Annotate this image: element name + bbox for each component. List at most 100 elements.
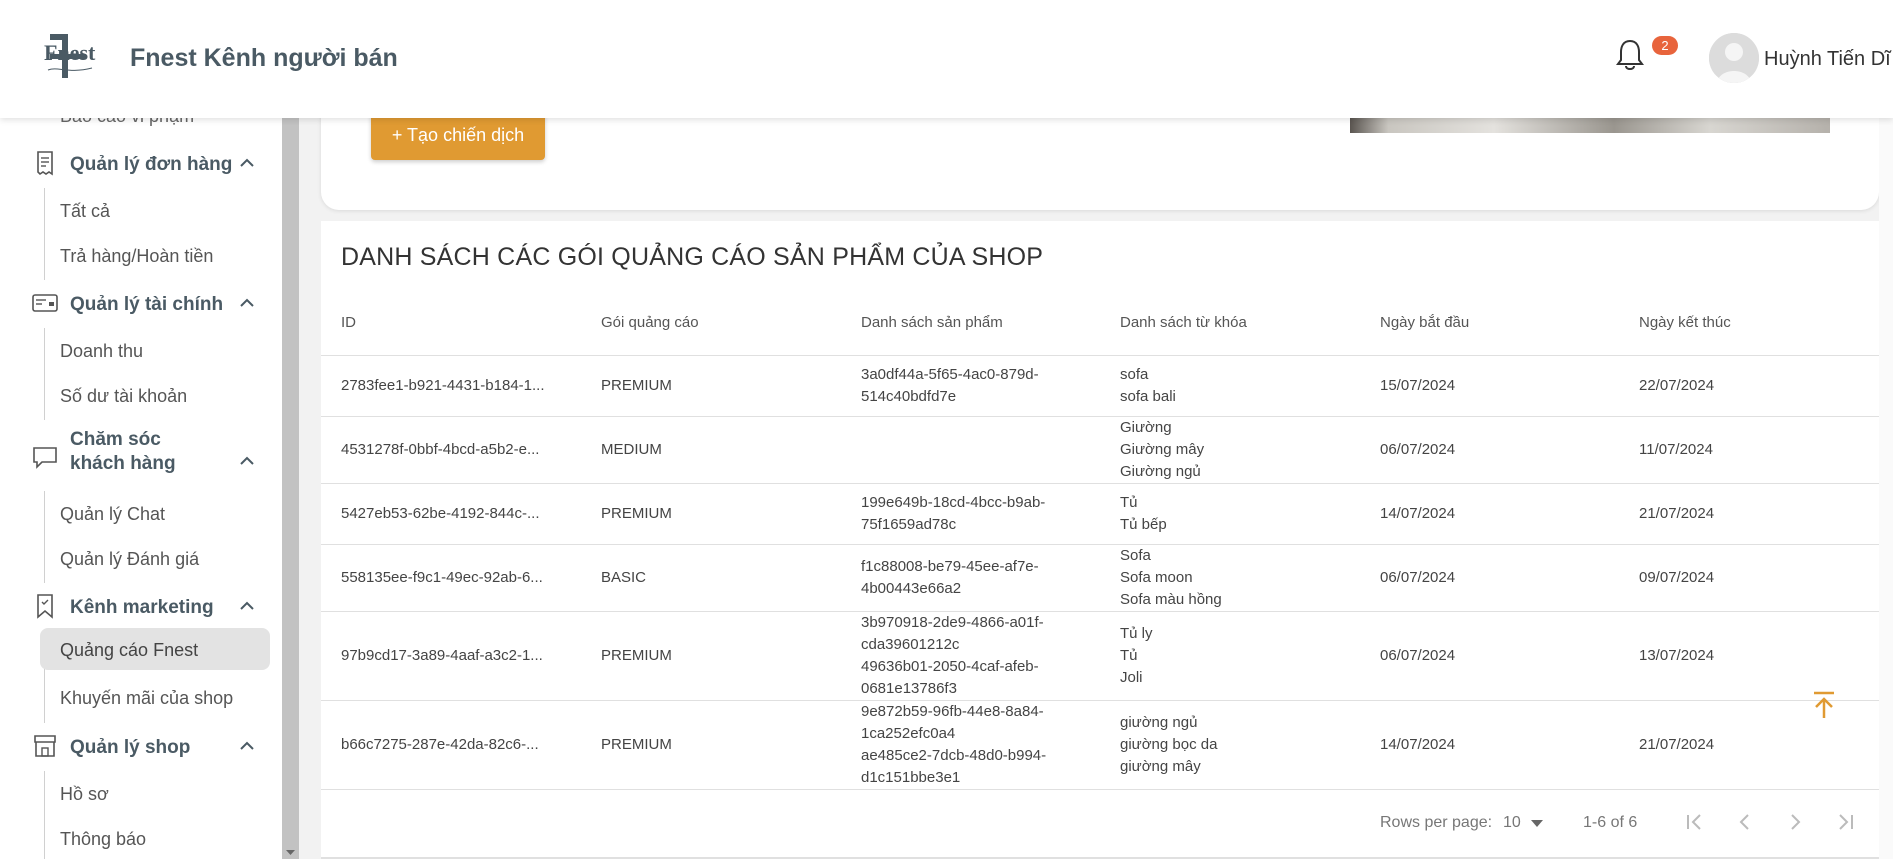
table-row[interactable]: 5427eb53-62be-4192-844c-... PREMIUM 199e… [321, 484, 1879, 545]
chat-bubble-icon [32, 444, 58, 470]
sidebar-group-shop[interactable]: Quản lý shop [0, 723, 282, 769]
sidebar: Báo cáo vi phạm Quản lý đơn hàng Tất cả … [0, 118, 282, 859]
sidebar-item-chat-management[interactable]: Quản lý Chat [40, 492, 270, 534]
cell-id: 5427eb53-62be-4192-844c-... [341, 505, 540, 522]
cell-id: 4531278f-0bbf-4bcd-a5b2-e... [341, 441, 540, 458]
first-page-icon[interactable] [1680, 807, 1710, 837]
table-row[interactable]: 558135ee-f9c1-49ec-92ab-6... BASIC f1c88… [321, 545, 1879, 612]
store-icon [32, 733, 58, 759]
notification-badge: 2 [1652, 36, 1678, 55]
sidebar-group-customer-care[interactable]: Chăm sóc khách hàng [0, 428, 282, 490]
campaign-banner-image [1350, 118, 1830, 133]
rows-per-page-label: Rows per page: [1380, 814, 1493, 831]
column-header-end-date[interactable]: Ngày kết thúc [1639, 314, 1731, 331]
sidebar-item-fnest-ads[interactable]: Quảng cáo Fnest [40, 628, 270, 670]
sidebar-group-title: Quản lý shop [70, 737, 191, 758]
table-row[interactable]: 2783fee1-b921-4431-b184-1... PREMIUM 3a0… [321, 356, 1879, 417]
sidebar-item-all-orders[interactable]: Tất cả [40, 189, 270, 231]
cell-package: PREMIUM [601, 736, 672, 753]
table-row[interactable]: 4531278f-0bbf-4bcd-a5b2-e... MEDIUM Giườ… [321, 417, 1879, 484]
table-row[interactable]: 97b9cd17-3a89-4aaf-a3c2-1... PREMIUM 3b9… [321, 612, 1879, 701]
scroll-to-top-icon[interactable] [1810, 690, 1838, 720]
cell-products: 3a0df44a-5f65-4ac0-879d- 514c40bdfd7e [861, 366, 1039, 405]
cell-products: 9e872b59-96fb-44e8-8a84- 1ca252efc0a4 ae48… [861, 703, 1047, 786]
cell-products: f1c88008-be79-45ee-af7e- 4b00443e66a2 [861, 558, 1039, 597]
sidebar-item-notifications[interactable]: Thông báo [40, 817, 270, 859]
cell-end-date: 21/07/2024 [1639, 505, 1715, 522]
next-page-icon[interactable] [1780, 807, 1810, 837]
cell-keywords: sofa sofa bali [1120, 366, 1176, 405]
cell-start-date: 06/07/2024 [1380, 441, 1456, 458]
pagination-range: 1-6 of 6 [1583, 814, 1638, 831]
cell-keywords: Tủ Tủ bếp [1120, 494, 1167, 533]
cell-start-date: 06/07/2024 [1380, 569, 1456, 586]
cell-end-date: 11/07/2024 [1639, 441, 1713, 458]
table-row[interactable]: b66c7275-287e-42da-82c6-... PREMIUM 9e87… [321, 701, 1879, 790]
cell-keywords: giường ngủ giường bọc da giường mây [1120, 714, 1218, 775]
cell-package: MEDIUM [601, 441, 662, 458]
sidebar-scrollbar[interactable] [282, 118, 299, 859]
cell-end-date: 21/07/2024 [1639, 736, 1715, 753]
cell-products: 199e649b-18cd-4bcc-b9ab- 75f1659ad78c [861, 494, 1046, 533]
sidebar-item-shop-promotions[interactable]: Khuyến mãi của shop [40, 676, 270, 718]
cell-end-date: 22/07/2024 [1639, 377, 1715, 394]
svg-text:Fnest: Fnest [44, 40, 96, 65]
cell-keywords: Giường Giường mây Giường ngủ [1120, 419, 1205, 480]
sidebar-group-title: Quản lý tài chính [70, 294, 224, 315]
cell-id: 2783fee1-b921-4431-b184-1... [341, 377, 545, 394]
sidebar-group-title: Kênh marketing [70, 597, 214, 618]
cell-keywords: Tủ ly Tủ Joli [1120, 625, 1153, 686]
chevron-up-icon[interactable] [238, 154, 256, 172]
caret-down-icon[interactable] [1531, 820, 1543, 827]
cell-products: 3b970918-2de9-4866-a01f-cda39601212c 4963… [861, 614, 1044, 697]
sidebar-group-title: Quản lý đơn hàng [70, 154, 233, 175]
table-title: DANH SÁCH CÁC GÓI QUẢNG CÁO SẢN PHẨM CỦA… [341, 243, 1044, 271]
sidebar-item-profile[interactable]: Hồ sơ [40, 772, 270, 814]
sidebar-group-finance[interactable]: Quản lý tài chính [0, 280, 282, 326]
column-header-products[interactable]: Danh sách sản phẩm [861, 314, 1003, 331]
fnest-logo[interactable]: Fnest [40, 30, 100, 86]
cell-start-date: 06/07/2024 [1380, 647, 1456, 664]
wallet-card-icon [32, 290, 58, 316]
chevron-up-icon[interactable] [238, 452, 256, 470]
cell-package: BASIC [601, 569, 647, 586]
chevron-up-icon[interactable] [238, 737, 256, 755]
sidebar-item-returns-refunds[interactable]: Trả hàng/Hoàn tiền [40, 234, 270, 276]
cell-package: PREMIUM [601, 377, 672, 394]
column-header-package[interactable]: Gói quảng cáo [601, 314, 699, 331]
main-scrollbar[interactable] [1879, 118, 1893, 859]
receipt-icon [32, 150, 58, 176]
cell-start-date: 15/07/2024 [1380, 377, 1456, 394]
cell-package: PREMIUM [601, 647, 672, 664]
rows-per-page-select[interactable]: 10 [1503, 814, 1521, 832]
top-header: Fnest Fnest Kênh người bán 2 Huỳnh Tiến … [0, 0, 1893, 118]
user-name[interactable]: Huỳnh Tiến Dĩ [1764, 48, 1891, 71]
cell-id: 97b9cd17-3a89-4aaf-a3c2-1... [341, 647, 543, 664]
sidebar-item-revenue[interactable]: Doanh thu [40, 329, 270, 371]
last-page-icon[interactable] [1830, 807, 1860, 837]
cell-end-date: 13/07/2024 [1639, 647, 1715, 664]
sidebar-item-violation-report[interactable]: Báo cáo vi phạm [60, 118, 194, 127]
ad-packages-table-card: DANH SÁCH CÁC GÓI QUẢNG CÁO SẢN PHẨM CỦA… [321, 221, 1879, 859]
column-header-keywords[interactable]: Danh sách từ khóa [1120, 314, 1247, 331]
sidebar-group-orders[interactable]: Quản lý đơn hàng [0, 140, 282, 186]
chevron-up-icon[interactable] [238, 294, 256, 312]
cell-package: PREMIUM [601, 505, 672, 522]
cell-keywords: Sofa Sofa moon Sofa màu hồng [1120, 547, 1222, 608]
column-header-start-date[interactable]: Ngày bắt đầu [1380, 314, 1469, 331]
cell-start-date: 14/07/2024 [1380, 505, 1456, 522]
avatar[interactable] [1709, 33, 1759, 83]
cell-id: b66c7275-287e-42da-82c6-... [341, 736, 539, 753]
column-header-id[interactable]: ID [341, 314, 356, 331]
chevron-up-icon[interactable] [238, 597, 256, 615]
cell-end-date: 09/07/2024 [1639, 569, 1715, 586]
bookmark-icon [32, 593, 58, 619]
sidebar-item-review-management[interactable]: Quản lý Đánh giá [40, 537, 270, 579]
cell-id: 558135ee-f9c1-49ec-92ab-6... [341, 569, 543, 586]
sidebar-group-marketing[interactable]: Kênh marketing [0, 583, 282, 629]
prev-page-icon[interactable] [1730, 807, 1760, 837]
cell-start-date: 14/07/2024 [1380, 736, 1456, 753]
notification-bell-icon[interactable] [1615, 38, 1645, 72]
sidebar-item-account-balance[interactable]: Số dư tài khoản [40, 374, 270, 416]
brand-title: Fnest Kênh người bán [130, 44, 398, 72]
